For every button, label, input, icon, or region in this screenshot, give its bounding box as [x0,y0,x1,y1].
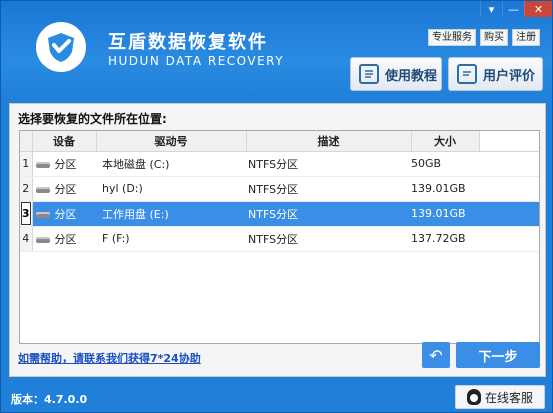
drive-cell: 工作用盘 (E:) [96,201,246,227]
column-header[interactable]: 设备 [32,131,97,152]
register-link[interactable]: 注册 [512,29,540,46]
table-row[interactable]: 2 分区 hyl (D:) NTFS分区 139.01GB [20,176,539,202]
column-header[interactable]: 驱动号 [96,131,247,152]
device-cell: 分区 [54,232,77,246]
online-service-button[interactable]: 在线客服 [455,385,545,409]
disk-icon [35,186,50,193]
table-header: 设备 驱动号 描述 大小 [20,131,539,152]
size-cell: 139.01GB [411,201,479,227]
disk-icon [35,211,50,218]
next-button[interactable]: 下一步 [456,342,540,368]
filler-header [479,131,539,152]
app-subtitle: HUDUN DATA RECOVERY [108,54,285,68]
panel-heading: 选择要恢复的文件所在位置: [18,112,167,126]
device-cell: 分区 [54,182,77,196]
row-number: 2 [20,176,33,202]
shield-check-icon [36,22,86,72]
top-links: 专业服务 购买 注册 [428,29,540,46]
window-controls: ▾ — ✕ [480,1,552,17]
disk-icon [35,161,50,168]
disk-icon [35,236,50,243]
table-row-selected[interactable]: 3 分区 工作用盘 (E:) NTFS分区 139.01GB [20,201,539,227]
minimize-button[interactable]: — [502,1,524,17]
drive-cell: F (F:) [96,226,246,252]
qq-penguin-icon [466,389,481,405]
row-number: 1 [20,151,33,177]
close-button[interactable]: ✕ [524,1,552,17]
description-cell: NTFS分区 [246,151,411,177]
review-label: 用户评价 [483,68,536,84]
device-cell: 分区 [54,157,77,171]
size-cell: 50GB [411,151,479,177]
size-cell: 137.72GB [411,226,479,252]
review-button[interactable]: 用户评价 [448,57,543,91]
description-cell: NTFS分区 [246,201,411,227]
app-window: ▾ — ✕ 互盾数据恢复软件 HUDUN DATA RECOVERY 专业服务 … [0,0,553,413]
menu-dropdown-icon[interactable]: ▾ [480,1,502,17]
version-label: 版本：4.7.0.0 [11,393,88,406]
table-row[interactable]: 4 分区 F (F:) NTFS分区 137.72GB [20,226,539,252]
description-cell: NTFS分区 [246,226,411,252]
device-cell: 分区 [54,207,77,221]
table-row[interactable]: 1 分区 本地磁盘 (C:) NTFS分区 50GB [20,151,539,177]
column-header[interactable]: 大小 [411,131,480,152]
comment-icon [457,64,477,84]
document-icon [359,64,379,84]
row-number: 3 [20,201,33,227]
back-arrow-icon: ↶ [429,345,443,365]
tutorial-label: 使用教程 [385,68,438,84]
online-service-label: 在线客服 [484,390,533,405]
help-link[interactable]: 如需帮助，请联系我们获得7*24协助 [18,350,201,366]
buy-link[interactable]: 购买 [480,29,508,46]
pro-service-link[interactable]: 专业服务 [428,29,476,46]
drive-table: 设备 驱动号 描述 大小 1 分区 本地磁盘 (C:) NTFS分区 50GB [19,130,540,344]
column-header[interactable]: 描述 [246,131,412,152]
back-button[interactable]: ↶ [422,342,450,368]
app-title: 互盾数据恢复软件 [108,32,268,53]
row-number-header [20,131,33,152]
row-number: 4 [20,226,33,252]
size-cell: 139.01GB [411,176,479,202]
description-cell: NTFS分区 [246,176,411,202]
drive-cell: hyl (D:) [96,176,246,202]
drive-cell: 本地磁盘 (C:) [96,151,246,177]
main-panel: 选择要恢复的文件所在位置: 设备 驱动号 描述 大小 1 分区 本地磁盘 (C:… [9,103,546,377]
tutorial-button[interactable]: 使用教程 [350,57,442,91]
